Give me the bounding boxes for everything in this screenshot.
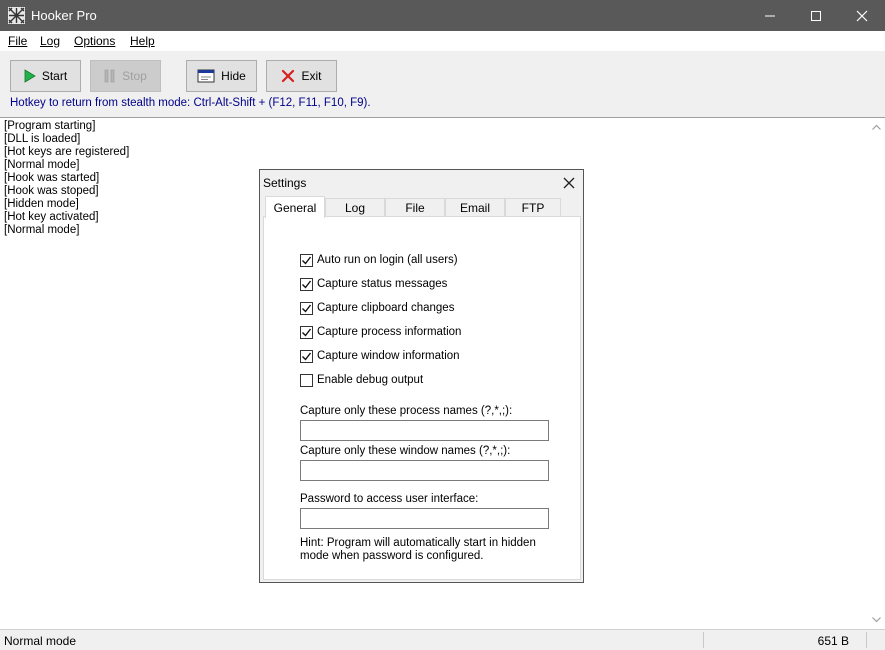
dialog-title: Settings <box>263 176 307 190</box>
debug-output-checkbox[interactable] <box>300 373 313 387</box>
exit-label: Exit <box>301 69 322 83</box>
checkmark-icon <box>302 352 312 361</box>
status-log-size: 651 B <box>817 634 849 648</box>
status-divider <box>866 632 867 648</box>
x-icon <box>282 69 295 83</box>
log-line: [DLL is loaded] <box>4 133 81 145</box>
pause-icon <box>104 69 115 83</box>
capture-window-label: Capture window information <box>317 350 460 362</box>
capture-status-checkbox-row[interactable]: Capture status messages <box>300 276 447 292</box>
window-title: Hooker Pro <box>31 8 97 23</box>
checkmark-icon <box>302 256 312 265</box>
title-bar: Hooker Pro <box>0 0 885 31</box>
menu-log[interactable]: Log <box>40 34 60 48</box>
minimize-icon <box>765 15 775 16</box>
capture-window-checkbox-row[interactable]: Capture window information <box>300 348 460 364</box>
maximize-icon <box>811 10 821 21</box>
log-line: [Hook was stoped] <box>4 185 99 197</box>
auto-run-checkbox-row[interactable]: Auto run on login (all users) <box>300 252 458 268</box>
capture-window-checkbox[interactable] <box>300 349 313 363</box>
window-names-label: Capture only these window names (?,*,;): <box>300 445 511 457</box>
close-button[interactable] <box>839 0 885 31</box>
minimize-button[interactable] <box>747 0 793 31</box>
tab-ftp[interactable]: FTP <box>505 198 561 217</box>
capture-clipboard-checkbox[interactable] <box>300 301 313 315</box>
hotkey-hint: Hotkey to return from stealth mode: Ctrl… <box>10 97 371 109</box>
dialog-title-bar: Settings <box>260 170 583 196</box>
checkmark-icon <box>302 304 312 313</box>
log-lines: [Program starting] [DLL is loaded] [Hot … <box>4 120 129 237</box>
log-line: [Normal mode] <box>4 224 80 236</box>
stop-button[interactable]: Stop <box>90 60 161 92</box>
password-hint: Hint: Program will automatically start i… <box>300 537 536 562</box>
close-icon <box>856 10 868 21</box>
settings-dialog: Settings General Log File Email FTP Auto… <box>259 169 584 583</box>
menu-file[interactable]: File <box>8 34 27 48</box>
status-bar: Normal mode 651 B <box>0 630 885 650</box>
tab-general[interactable]: General <box>265 196 325 218</box>
window-hide-icon <box>197 69 215 83</box>
capture-process-label: Capture process information <box>317 326 462 338</box>
process-names-label: Capture only these process names (?,*,;)… <box>300 405 513 417</box>
maximize-button[interactable] <box>793 0 839 31</box>
tab-file[interactable]: File <box>385 198 445 217</box>
log-line: [Hot key activated] <box>4 211 99 223</box>
log-line: [Program starting] <box>4 120 96 132</box>
status-divider <box>703 632 704 648</box>
toolbar: Start Stop Hide Exit Hotkey to return fr… <box>0 51 885 117</box>
start-label: Start <box>41 69 68 83</box>
general-tab-panel: Auto run on login (all users) Capture st… <box>263 216 581 580</box>
menu-help[interactable]: Help <box>130 34 155 48</box>
hide-button[interactable]: Hide <box>186 60 257 92</box>
auto-run-checkbox[interactable] <box>300 253 313 267</box>
hide-label: Hide <box>221 69 246 83</box>
checkmark-icon <box>302 280 312 289</box>
log-line: [Hot keys are registered] <box>4 146 130 158</box>
window-names-input[interactable] <box>300 460 549 481</box>
scroll-down-icon[interactable] <box>871 614 882 625</box>
capture-clipboard-label: Capture clipboard changes <box>317 302 455 314</box>
capture-process-checkbox[interactable] <box>300 325 313 339</box>
menu-bar: File Log Options Help <box>0 31 885 51</box>
capture-process-checkbox-row[interactable]: Capture process information <box>300 324 461 340</box>
process-names-input[interactable] <box>300 420 549 441</box>
status-mode: Normal mode <box>4 634 77 648</box>
auto-run-label: Auto run on login (all users) <box>317 254 458 266</box>
checkmark-icon <box>302 328 312 337</box>
log-scrollbar[interactable] <box>868 118 885 629</box>
capture-status-label: Capture status messages <box>317 278 448 290</box>
log-line: [Hidden mode] <box>4 198 79 210</box>
log-line: [Normal mode] <box>4 159 80 171</box>
capture-clipboard-checkbox-row[interactable]: Capture clipboard changes <box>300 300 454 316</box>
close-icon[interactable] <box>561 175 577 191</box>
debug-output-label: Enable debug output <box>317 374 424 386</box>
start-button[interactable]: Start <box>10 60 81 92</box>
menu-options[interactable]: Options <box>74 34 115 48</box>
debug-output-checkbox-row[interactable]: Enable debug output <box>300 372 423 388</box>
capture-status-checkbox[interactable] <box>300 277 313 291</box>
tab-email[interactable]: Email <box>445 198 505 217</box>
settings-tabs: General Log File Email FTP <box>263 196 581 218</box>
play-icon <box>24 69 36 83</box>
log-line: [Hook was started] <box>4 172 100 184</box>
password-input[interactable] <box>300 508 549 529</box>
exit-button[interactable]: Exit <box>266 60 337 92</box>
tab-log[interactable]: Log <box>325 198 385 217</box>
password-label: Password to access user interface: <box>300 493 479 505</box>
stop-label: Stop <box>122 69 147 83</box>
app-icon <box>8 7 25 24</box>
scroll-up-icon[interactable] <box>871 122 882 133</box>
